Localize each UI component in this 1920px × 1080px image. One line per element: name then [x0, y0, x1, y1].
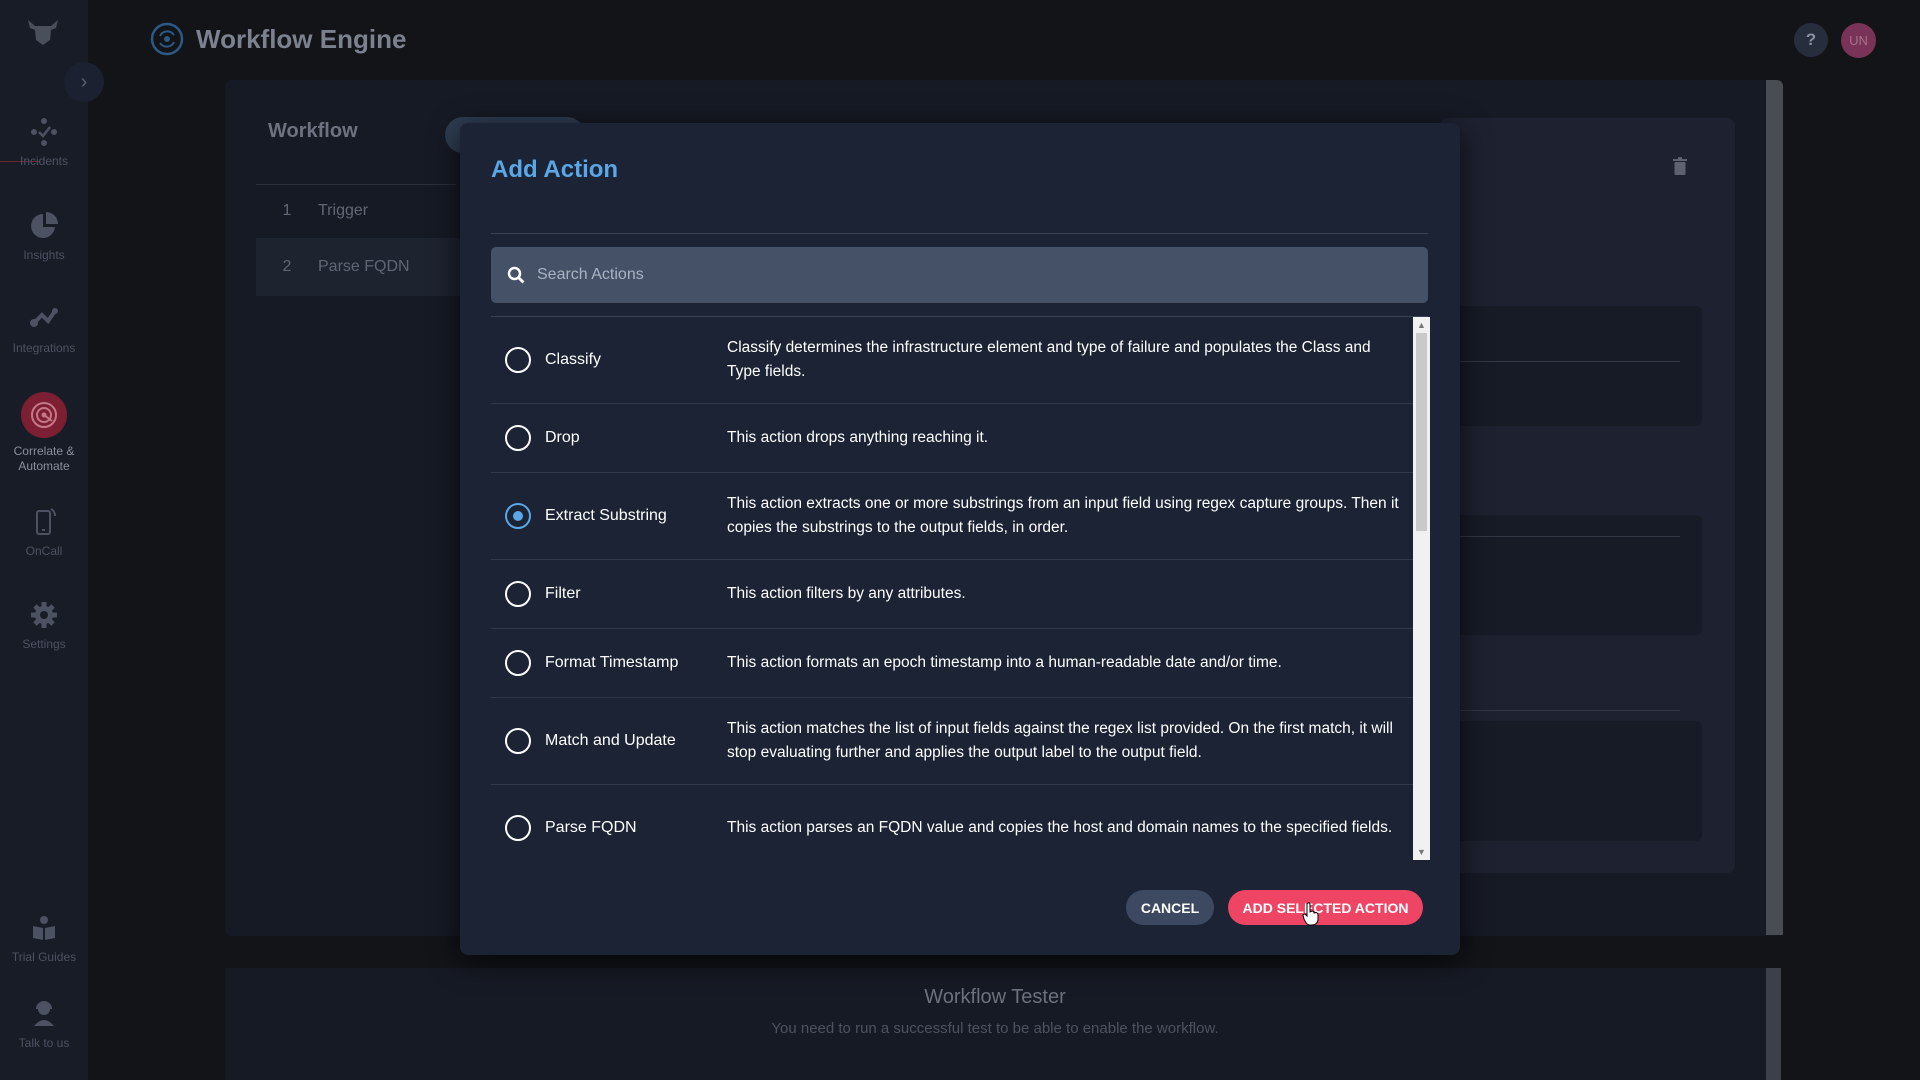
step-label: Parse FQDN	[318, 258, 410, 275]
radio-button[interactable]	[505, 425, 531, 451]
sidebar-item-incidents[interactable]: Incidents	[0, 116, 88, 169]
action-row-parse-fqdn[interactable]: Parse FQDN This action parses an FQDN va…	[491, 785, 1413, 860]
chevron-right-icon: ›	[80, 70, 88, 93]
avatar[interactable]: UN	[1841, 23, 1876, 58]
book-icon	[33, 916, 55, 940]
incidents-icon	[31, 118, 57, 146]
add-selected-action-button[interactable]: ADD SELECTED ACTION	[1228, 890, 1423, 925]
sidebar-item-label: Trial Guides	[11, 950, 77, 964]
sidebar-item-settings[interactable]: Settings	[0, 599, 88, 652]
cancel-button[interactable]: CANCEL	[1126, 890, 1214, 925]
list-scrollbar[interactable]: ▲ ▼	[1413, 317, 1430, 860]
action-description: This action parses an FQDN value and cop…	[727, 818, 1393, 836]
radio-button[interactable]	[505, 650, 531, 676]
radio-dot	[513, 511, 523, 521]
action-description: This action extracts one or more substri…	[727, 495, 1399, 536]
field-box[interactable]	[1440, 721, 1702, 841]
sidebar-item-correlate-automate[interactable]: Correlate & Automate	[0, 392, 88, 474]
sidebar: Incidents Insights Integrations Correlat…	[0, 0, 88, 1080]
action-description: This action drops anything reaching it.	[727, 429, 989, 446]
trash-icon[interactable]	[1672, 156, 1688, 176]
action-row-extract-substring[interactable]: Extract Substring This action extracts o…	[491, 473, 1413, 560]
sidebar-item-label: Correlate & Automate	[13, 444, 75, 473]
workflow-tester-panel: Workflow Tester You need to run a succes…	[225, 968, 1781, 1080]
gear-icon	[31, 602, 57, 628]
sidebar-item-integrations[interactable]: Integrations	[0, 303, 88, 356]
step-label: Trigger	[318, 202, 369, 219]
action-label: Format Timestamp	[545, 654, 679, 671]
help-button[interactable]: ?	[1794, 23, 1828, 57]
scrollbar-thumb[interactable]	[1416, 333, 1427, 531]
radio-button-checked[interactable]	[505, 503, 531, 529]
hand-cursor-icon	[1302, 902, 1319, 926]
scroll-down-arrow-icon[interactable]: ▼	[1413, 844, 1430, 860]
app: Incidents Insights Integrations Correlat…	[0, 0, 1920, 1080]
search-input[interactable]	[537, 266, 1417, 284]
divider	[1456, 361, 1680, 362]
workflow-engine-icon	[150, 22, 184, 56]
radio-button[interactable]	[505, 347, 531, 373]
field-box[interactable]	[1440, 306, 1702, 426]
action-label: Filter	[545, 585, 581, 602]
radio-button[interactable]	[505, 728, 531, 754]
integrations-icon	[30, 308, 58, 327]
pie-chart-icon	[31, 212, 58, 238]
scroll-up-arrow-icon[interactable]: ▲	[1413, 317, 1430, 333]
divider	[491, 233, 1428, 234]
help-icon: ?	[1805, 30, 1817, 49]
avatar-initials: UN	[1849, 33, 1868, 48]
action-label: Classify	[545, 351, 602, 368]
radar-icon	[21, 392, 67, 438]
add-action-modal: Add Action Classify Classify determines …	[460, 123, 1460, 955]
action-description: Classify determines the infrastructure e…	[727, 339, 1371, 380]
step-number: 2	[282, 258, 292, 275]
sidebar-item-label: Integrations	[12, 341, 76, 355]
bull-logo-icon[interactable]	[26, 16, 60, 46]
sidebar-item-trial-guides[interactable]: Trial Guides	[0, 912, 88, 965]
action-description: This action matches the list of input fi…	[727, 720, 1393, 761]
sidebar-item-label: Talk to us	[18, 1036, 70, 1050]
action-label: Drop	[545, 429, 580, 446]
tester-scrollbar[interactable]	[1766, 968, 1781, 1080]
divider	[1456, 710, 1680, 711]
search-icon	[507, 266, 525, 284]
step-number: 1	[282, 202, 292, 219]
workflow-step[interactable]: 1 Trigger	[256, 182, 476, 240]
sidebar-item-label: OnCall	[25, 544, 63, 558]
modal-title: Add Action	[491, 156, 619, 183]
sidebar-item-label: Incidents	[19, 154, 69, 168]
action-label: Parse FQDN	[545, 818, 637, 836]
action-description: This action formats an epoch timestamp i…	[727, 654, 1282, 671]
action-row-match-and-update[interactable]: Match and Update This action matches the…	[491, 698, 1413, 785]
page-title: Workflow Engine	[196, 24, 407, 54]
search-field[interactable]	[491, 247, 1428, 303]
radio-button[interactable]	[505, 814, 531, 841]
sidebar-item-label: Insights	[23, 248, 65, 262]
divider	[1456, 536, 1680, 537]
field-box[interactable]	[1440, 515, 1702, 635]
workflow-step[interactable]: 2 Parse FQDN	[256, 238, 476, 296]
tester-subtitle: You need to run a successful test to be …	[771, 1020, 1219, 1037]
action-description: This action filters by any attributes.	[727, 585, 966, 602]
support-agent-icon	[34, 1001, 54, 1026]
action-row-format-timestamp[interactable]: Format Timestamp This action formats an …	[491, 629, 1413, 698]
mobile-phone-icon	[36, 508, 56, 535]
action-label: Match and Update	[545, 732, 676, 749]
panel-scrollbar[interactable]	[1766, 80, 1783, 935]
action-row-drop[interactable]: Drop This action drops anything reaching…	[491, 404, 1413, 473]
sidebar-item-oncall[interactable]: OnCall	[0, 506, 88, 559]
sidebar-item-insights[interactable]: Insights	[0, 210, 88, 263]
sidebar-item-label: Settings	[22, 637, 66, 651]
tester-title: Workflow Tester	[924, 986, 1066, 1008]
action-row-filter[interactable]: Filter This action filters by any attrib…	[491, 560, 1413, 629]
radio-button[interactable]	[505, 581, 531, 607]
action-label: Extract Substring	[545, 507, 667, 524]
action-list: Classify Classify determines the infrast…	[491, 317, 1413, 860]
sidebar-collapse-button[interactable]: ›	[64, 62, 104, 102]
workflow-title: Workflow	[268, 120, 358, 142]
action-row-classify[interactable]: Classify Classify determines the infrast…	[491, 317, 1413, 404]
sidebar-item-talk-to-us[interactable]: Talk to us	[0, 998, 88, 1051]
